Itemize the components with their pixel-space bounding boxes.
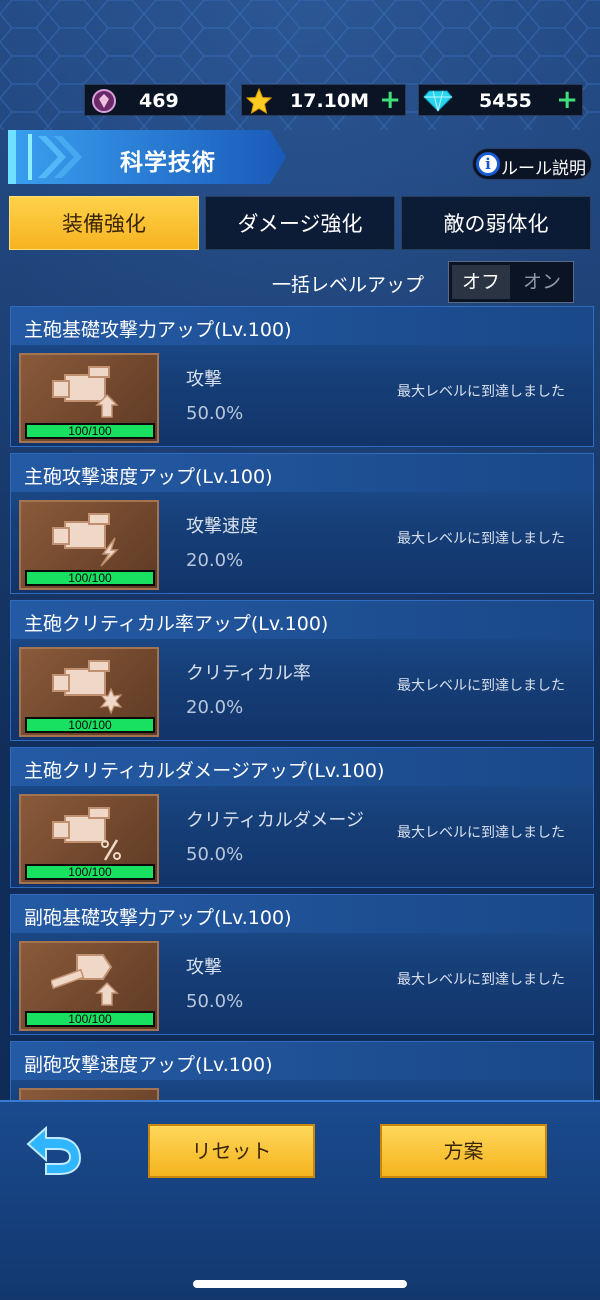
currency-gems: 469 (84, 84, 226, 116)
stat-value: 50.0% (186, 991, 244, 1012)
star-icon (246, 88, 272, 114)
info-icon: i (476, 152, 500, 176)
diamonds-value: 5455 (479, 90, 532, 112)
max-level-status: 最大レベルに到達しました (397, 678, 565, 694)
sub-cannon-attack-up-icon (51, 954, 119, 1006)
bulk-level-toggle: オフ オン (448, 261, 574, 303)
card-title: 主砲基礎攻撃力アップ(Lv.100) (24, 319, 292, 341)
tab-damage[interactable]: ダメージ強化 (205, 196, 395, 250)
tech-thumbnail: 100/100 (19, 353, 159, 443)
tech-thumbnail: 100/100 (19, 647, 159, 737)
max-level-status: 最大レベルに到達しました (397, 531, 565, 547)
card-title: 副砲攻撃速度アップ(Lv.100) (24, 1054, 273, 1076)
main-cannon-crit-damage-icon (52, 807, 121, 861)
card-header: 主砲攻撃速度アップ(Lv.100) (11, 454, 593, 492)
reset-button[interactable]: リセット (148, 1124, 315, 1178)
stat-name: 攻撃 (186, 369, 222, 390)
stat-name: 攻撃 (186, 957, 222, 978)
card-title: 主砲クリティカルダメージアップ(Lv.100) (24, 760, 385, 782)
level-progress-bar: 100/100 (25, 570, 155, 586)
rules-button[interactable]: i ルール説明 (472, 148, 592, 180)
max-level-status: 最大レベルに到達しました (397, 384, 565, 400)
card-title: 主砲クリティカル率アップ(Lv.100) (24, 613, 329, 635)
toggle-off-option[interactable]: オフ (452, 265, 510, 299)
stars-value: 17.10M (290, 90, 370, 112)
tech-card[interactable]: 主砲クリティカル率アップ(Lv.100) 100/100 クリティカル率 20.… (10, 600, 594, 741)
tab-equipment[interactable]: 装備強化 (9, 196, 199, 250)
stat-value: 20.0% (186, 550, 244, 571)
main-cannon-attack-up-icon (52, 366, 119, 418)
tech-card[interactable]: 主砲基礎攻撃力アップ(Lv.100) 100/100 攻撃 50.0% 最大レベ… (10, 306, 594, 447)
stat-value: 50.0% (186, 403, 244, 424)
stat-name: クリティカルダメージ (186, 810, 365, 831)
main-cannon-crit-rate-icon (52, 660, 123, 715)
bulk-level-label: 一括レベルアップ (272, 274, 425, 296)
tech-card[interactable]: 主砲クリティカルダメージアップ(Lv.100) 100/100 クリティカルダメ… (10, 747, 594, 888)
tech-list[interactable]: 主砲基礎攻撃力アップ(Lv.100) 100/100 攻撃 50.0% 最大レベ… (10, 306, 594, 1102)
level-progress-bar: 100/100 (25, 864, 155, 880)
card-header: 主砲クリティカルダメージアップ(Lv.100) (11, 748, 593, 786)
card-title: 副砲基礎攻撃力アップ(Lv.100) (24, 907, 292, 929)
card-header: 副砲攻撃速度アップ(Lv.100) (11, 1042, 593, 1080)
tech-card[interactable]: 副砲攻撃速度アップ(Lv.100) (10, 1041, 594, 1102)
card-header: 主砲クリティカル率アップ(Lv.100) (11, 601, 593, 639)
tech-card[interactable]: 副砲基礎攻撃力アップ(Lv.100) 100/100 攻撃 50.0% 最大レベ… (10, 894, 594, 1035)
card-header: 主砲基礎攻撃力アップ(Lv.100) (11, 307, 593, 345)
currency-stars: 17.10M + (241, 84, 406, 116)
level-progress-bar: 100/100 (25, 423, 155, 439)
toggle-on-option[interactable]: オン (513, 265, 571, 299)
stat-value: 20.0% (186, 697, 244, 718)
tech-thumbnail: 100/100 (19, 794, 159, 884)
tech-thumbnail: 100/100 (19, 500, 159, 590)
tech-thumbnail: 100/100 (19, 941, 159, 1031)
currency-diamonds: 5455 + (418, 84, 583, 116)
tab-enemy-weaken[interactable]: 敵の弱体化 (401, 196, 591, 250)
level-progress-bar: 100/100 (25, 717, 155, 733)
medal-gem-icon (92, 89, 116, 113)
home-indicator[interactable] (193, 1280, 407, 1288)
rules-label: ルール説明 (501, 159, 586, 179)
level-progress-bar: 100/100 (25, 1011, 155, 1027)
max-level-status: 最大レベルに到達しました (397, 972, 565, 988)
diamond-icon (423, 90, 453, 112)
tech-card[interactable]: 主砲攻撃速度アップ(Lv.100) 100/100 攻撃速度 20.0% 最大レ… (10, 453, 594, 594)
card-header: 副砲基礎攻撃力アップ(Lv.100) (11, 895, 593, 933)
main-cannon-speed-up-icon (52, 513, 119, 567)
back-arrow-icon[interactable] (22, 1126, 84, 1178)
stat-value: 50.0% (186, 844, 244, 865)
add-diamonds-button[interactable]: + (556, 87, 578, 113)
stat-name: クリティカル率 (186, 663, 311, 684)
add-stars-button[interactable]: + (379, 87, 401, 113)
gems-value: 469 (139, 90, 179, 112)
page-title: 科学技術 (120, 150, 216, 176)
plan-button[interactable]: 方案 (380, 1124, 547, 1178)
card-title: 主砲攻撃速度アップ(Lv.100) (24, 466, 273, 488)
stat-name: 攻撃速度 (186, 516, 258, 537)
max-level-status: 最大レベルに到達しました (397, 825, 565, 841)
